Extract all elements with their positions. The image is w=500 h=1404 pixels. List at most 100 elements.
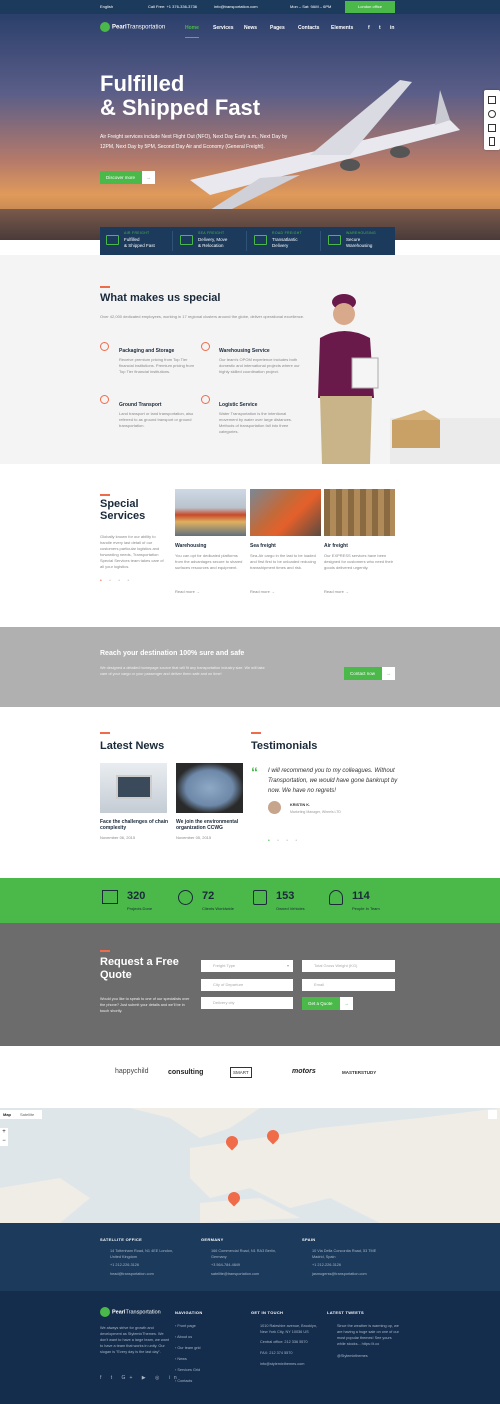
testimonials-title: Testimonials [251,740,318,752]
special-services-title: Special Services [100,498,146,522]
feature-text: Our team's OPOM experience includes both… [219,357,300,374]
card-title[interactable]: Sea freight [250,543,276,549]
news-image-window[interactable] [176,763,243,813]
feature-title: Warehousing Service [219,348,270,354]
feature-title: Ground Transport [119,402,162,408]
brand-logo[interactable]: happychild [115,1068,148,1075]
brand-logo[interactable]: MASTERSTUDY [342,1070,376,1075]
linkedin-icon[interactable]: in [390,25,394,31]
brand-logo[interactable]: consulting [168,1069,203,1076]
plane-icon [106,235,119,245]
delivery-city-input[interactable]: Delivery city [201,997,293,1009]
weight-input[interactable]: Total Gross Weight (KG) [302,960,395,972]
footer-nav-item[interactable]: › Front page [175,1323,196,1329]
news-title: Latest News [100,740,165,752]
news-date: November 05, 2015 [176,835,212,840]
location-button[interactable]: London office [345,1,395,13]
warehouse-icon [328,235,341,245]
service-road[interactable]: ROAD FREIGHT Transatlantic Delivery [248,231,321,251]
office-email[interactable]: jasmugerss@transportation.com [312,1271,367,1277]
brand-logo[interactable]: SMART [230,1067,252,1078]
chevron-down-icon: ▾ [286,963,289,968]
social-icons[interactable]: f t G+ ▶ ◎ in [100,1375,181,1381]
sea-freight-image[interactable] [250,489,321,536]
air-freight-image[interactable] [324,489,395,536]
nav-contacts[interactable]: Contacts [298,25,319,31]
footer-logo[interactable]: PearlTransportation [100,1307,161,1317]
quote-text: Would you like to speak to one of our sp… [100,997,190,1013]
service-strip: AIR FREIGHT Fulfilled & Shipped Fast SEA … [100,227,395,255]
site-logo[interactable]: PearlTransportation [100,22,165,32]
feature-text: Receive premium pricing from Top Tier fi… [119,357,194,374]
ship-icon [180,235,193,245]
slider-dots[interactable]: • • • • [100,578,132,584]
read-more-link[interactable]: Read more → [175,589,200,594]
service-air[interactable]: AIR FREIGHT Fulfilled & Shipped Fast [100,231,173,251]
read-more-link[interactable]: Read more → [324,589,349,594]
news-item-title[interactable]: Face the challenges of chain complexity [100,819,170,831]
cart-icon[interactable] [488,124,496,132]
facebook-icon[interactable]: f [368,25,370,31]
zoom-controls[interactable]: + − [0,1128,8,1146]
footer-nav-item[interactable]: › About us [175,1334,192,1340]
special-intro: Over 42,000 dedicated employees, working… [100,314,305,319]
nav-news[interactable]: News [244,25,257,31]
palette-icon[interactable] [488,110,496,118]
arrow-right-icon: → [382,667,395,680]
get-quote-button[interactable]: Get a Quote → [302,997,353,1010]
card-title[interactable]: Warehousing [175,543,206,549]
nav-elements[interactable]: Elements [331,25,353,31]
truck-icon [254,235,267,245]
band-text: We designed a detailed homepage source t… [100,666,265,676]
top-bar: English Call Free: +1 376-336-3736 info@… [0,0,500,14]
service-sea[interactable]: SEA FREIGHT Delivery, Move & Relocation [174,231,247,251]
fullscreen-icon[interactable] [488,1110,497,1119]
stats-band [0,878,500,923]
logo-icon [100,1307,110,1317]
news-image-laptop[interactable] [100,763,167,813]
warehousing-image[interactable] [175,489,246,536]
email-input[interactable]: Email [302,979,395,991]
quote-icon: “ [251,764,258,780]
warehouse-icon [201,342,210,351]
footer-nav-item[interactable]: › News [175,1356,187,1362]
document-icon[interactable] [489,137,495,146]
truck-icon [100,395,109,404]
office-email[interactable]: head@transportation.com [110,1271,154,1277]
nav-pages[interactable]: Pages [270,25,285,31]
footer-email[interactable]: info@stylemixthemes.com [260,1361,304,1367]
footer-nav-item[interactable]: › Services Grid [175,1367,200,1373]
departure-input[interactable]: City of Departure [201,979,293,991]
footer-nav-item[interactable]: › Our team grid [175,1345,201,1351]
testimonial-quote: I will recommend you to my colleagues. W… [268,768,398,794]
brand-logo[interactable]: motors [292,1068,316,1075]
language-select[interactable]: English [100,4,113,9]
hours-text: Mon – Sat: 9AM – 6PM [290,4,332,9]
avatar [268,801,281,814]
card-title[interactable]: Air freight [324,543,348,549]
news-date: November 06, 2015 [100,835,136,840]
read-more-link[interactable]: Read more → [250,589,275,594]
news-item-title[interactable]: We join the environmental organization C… [176,819,246,831]
twitter-icon[interactable]: t [379,25,381,31]
footer-nav-item[interactable]: › Contacts [175,1378,192,1384]
map-type-toggle: Map Satellite [0,1110,42,1119]
email-link[interactable]: info@transportation.com [214,4,258,9]
map-tab[interactable]: Map [3,1110,11,1119]
discover-more-button[interactable]: Discover more → [100,171,155,184]
service-warehousing[interactable]: WAREHOUSING Secure Warehousing [322,231,395,251]
feature-title: Packaging and Storage [119,348,175,354]
satellite-tab[interactable]: Satellite [20,1110,34,1119]
main-nav: PearlTransportation Home Services News P… [0,14,500,42]
quote-title: Request a Free Quote [100,956,179,981]
nav-services[interactable]: Services [213,25,234,31]
contact-now-button[interactable]: Contact now → [344,667,395,680]
special-services-text: Globally known for our ability to handle… [100,534,164,569]
card-text: Our EXPRESS services have been designed … [324,553,393,570]
map[interactable]: Map Satellite + − [0,1108,500,1223]
office-email[interactable]: satellite@transportation.com [211,1271,259,1277]
testimonial-dots[interactable]: • • • • [268,838,300,844]
monitor-icon[interactable] [488,96,496,104]
nav-home[interactable]: Home [185,25,199,38]
freight-type-select[interactable]: Freight Type ▾ [201,960,293,972]
